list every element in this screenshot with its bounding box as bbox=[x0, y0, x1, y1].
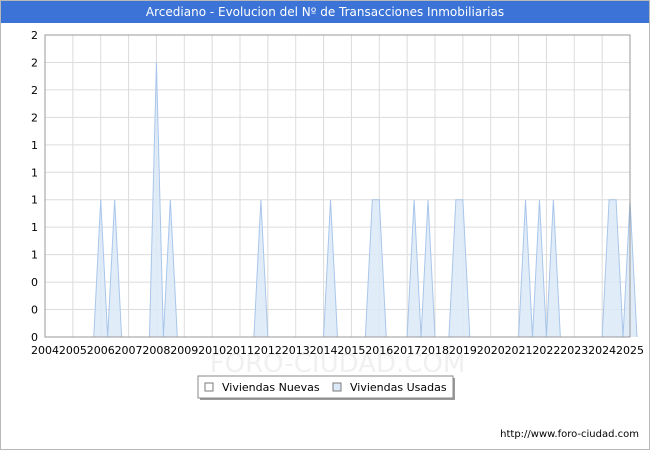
x-tick-label: 2021 bbox=[505, 344, 533, 357]
y-tick-label: 1 bbox=[31, 249, 38, 262]
x-tick-label: 2010 bbox=[198, 344, 226, 357]
legend-label: Viviendas Usadas bbox=[350, 381, 447, 394]
x-tick-label: 2008 bbox=[142, 344, 170, 357]
x-tick-label: 2004 bbox=[31, 344, 59, 357]
legend-swatch bbox=[204, 382, 214, 392]
y-tick-label: 1 bbox=[31, 221, 38, 234]
x-tick-label: 2025 bbox=[616, 344, 644, 357]
x-tick-label: 2005 bbox=[59, 344, 87, 357]
x-tick-label: 2006 bbox=[87, 344, 115, 357]
legend: Viviendas Nuevas Viviendas Usadas bbox=[197, 375, 455, 400]
x-tick-label: 2018 bbox=[421, 344, 449, 357]
y-tick-label: 0 bbox=[31, 276, 38, 289]
x-tick-label: 2007 bbox=[115, 344, 143, 357]
y-tick-label: 0 bbox=[31, 331, 38, 344]
x-tick-label: 2020 bbox=[477, 344, 505, 357]
x-tick-label: 2014 bbox=[310, 344, 338, 357]
y-tick-label: 2 bbox=[31, 56, 38, 69]
x-tick-label: 2017 bbox=[393, 344, 421, 357]
x-tick-label: 2024 bbox=[588, 344, 616, 357]
x-tick-label: 2022 bbox=[532, 344, 560, 357]
x-tick-label: 2013 bbox=[282, 344, 310, 357]
y-tick-label: 1 bbox=[31, 166, 38, 179]
y-tick-label: 2 bbox=[31, 84, 38, 97]
x-tick-label: 2012 bbox=[254, 344, 282, 357]
legend-swatch bbox=[332, 382, 342, 392]
x-tick-label: 2023 bbox=[560, 344, 588, 357]
y-tick-label: 2 bbox=[31, 29, 38, 42]
y-tick-label: 1 bbox=[31, 194, 38, 207]
legend-label: Viviendas Nuevas bbox=[222, 381, 320, 394]
x-tick-label: 2015 bbox=[337, 344, 365, 357]
chart-canvas: FORO-CIUDAD.COM 0001111122222004 2005 2006… bbox=[31, 29, 644, 440]
x-tick-label: 2009 bbox=[170, 344, 198, 357]
footer-url: http://www.foro-ciudad.com bbox=[500, 429, 639, 440]
x-tick-label: 2011 bbox=[226, 344, 254, 357]
y-tick-label: 0 bbox=[31, 304, 38, 317]
x-tick-label: 2019 bbox=[449, 344, 477, 357]
y-tick-label: 1 bbox=[31, 139, 38, 152]
x-tick-label: 2016 bbox=[365, 344, 393, 357]
y-tick-label: 2 bbox=[31, 111, 38, 124]
